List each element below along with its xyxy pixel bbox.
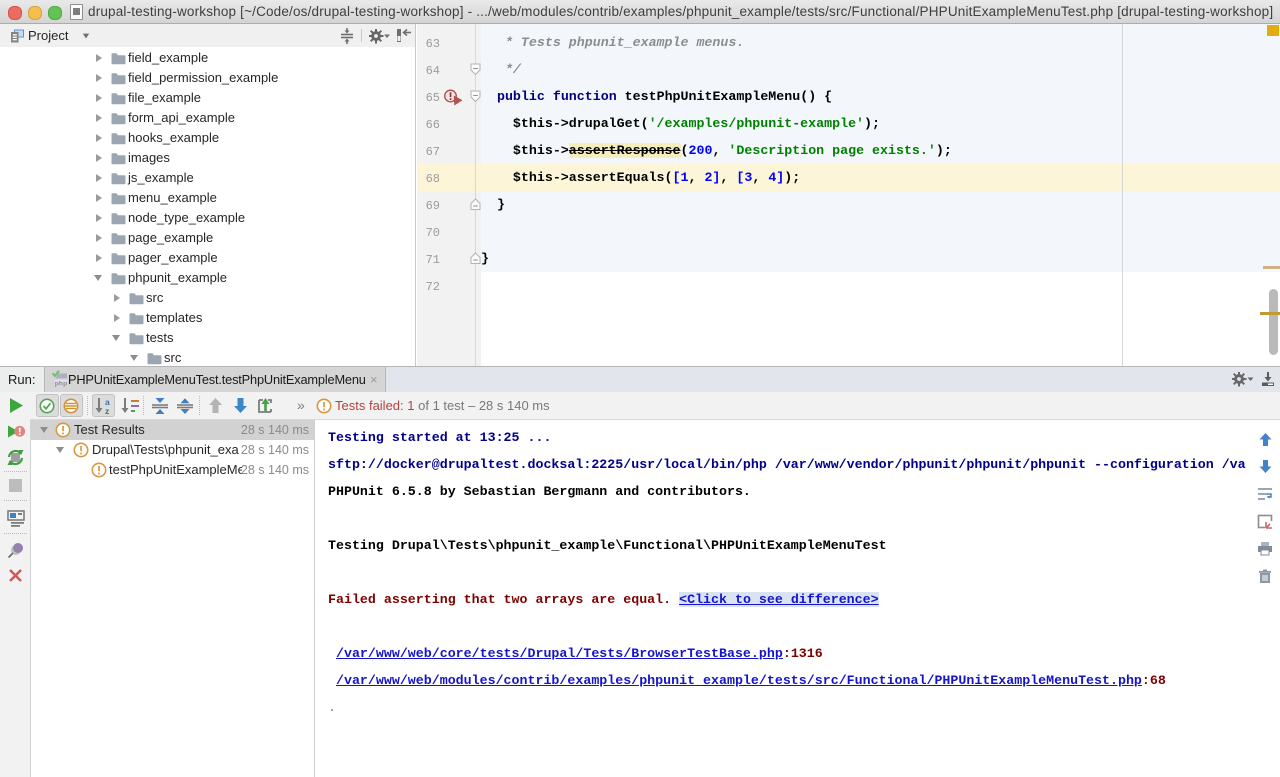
svg-text:z: z <box>105 406 109 415</box>
